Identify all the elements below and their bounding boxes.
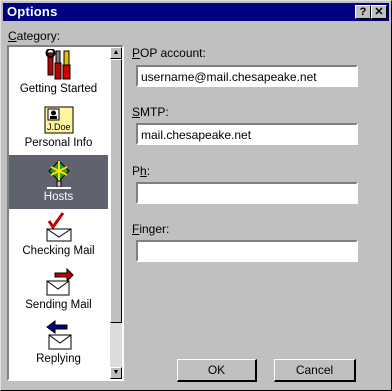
category-item-replying[interactable]: Replying: [9, 317, 108, 371]
category-item-getting-started[interactable]: Getting Started: [9, 47, 108, 101]
cancel-button[interactable]: Cancel: [274, 359, 356, 382]
close-button[interactable]: ✕: [371, 5, 387, 19]
category-item-sending-mail[interactable]: Sending Mail: [9, 263, 108, 317]
category-item-label: Checking Mail: [22, 245, 95, 257]
category-list[interactable]: Getting Started J.Doe Personal Info Host…: [7, 45, 124, 381]
scroll-down-icon[interactable]: ▼: [110, 367, 122, 379]
category-item-label: Hosts: [43, 191, 74, 203]
category-item-personal-info[interactable]: J.Doe Personal Info: [9, 101, 108, 155]
id-card-icon: J.Doe: [44, 106, 74, 134]
category-item-checking-mail[interactable]: Checking Mail: [9, 209, 108, 263]
send-mail-icon: [46, 267, 74, 296]
category-label: Category:: [8, 29, 61, 43]
scroll-thumb[interactable]: [110, 59, 122, 323]
scroll-up-icon[interactable]: ▲: [110, 47, 122, 59]
window-title: Options: [7, 4, 58, 19]
reply-mail-icon: [46, 320, 72, 350]
category-scrollbar[interactable]: ▲ ▼: [110, 47, 122, 379]
tools-icon: [45, 49, 71, 80]
pop-account-input[interactable]: username@mail.chesapeake.net: [136, 65, 358, 87]
options-window: Options ? ✕ Category: Getting Started J.…: [0, 0, 392, 391]
svg-text:J.Doe: J.Doe: [47, 122, 71, 132]
ok-button[interactable]: OK: [177, 359, 257, 382]
title-bar: Options ? ✕: [3, 3, 389, 21]
pop-account-label: POP account:: [132, 46, 206, 60]
ph-input[interactable]: [136, 182, 358, 204]
hosts-network-icon: [47, 160, 71, 189]
category-item-label: Personal Info: [24, 137, 93, 149]
category-item-label: Getting Started: [19, 83, 98, 95]
smtp-label: SMTP:: [132, 105, 169, 119]
category-item-label: Sending Mail: [25, 299, 92, 311]
ph-label: Ph:: [132, 164, 151, 178]
help-button[interactable]: ?: [355, 5, 371, 19]
category-item-hosts[interactable]: Hosts: [9, 155, 108, 209]
smtp-input[interactable]: mail.chesapeake.net: [136, 123, 358, 145]
category-item-label: Replying: [36, 353, 81, 365]
finger-label: Finger:: [132, 222, 170, 236]
check-mail-icon: [46, 212, 72, 242]
finger-input[interactable]: [136, 240, 358, 262]
